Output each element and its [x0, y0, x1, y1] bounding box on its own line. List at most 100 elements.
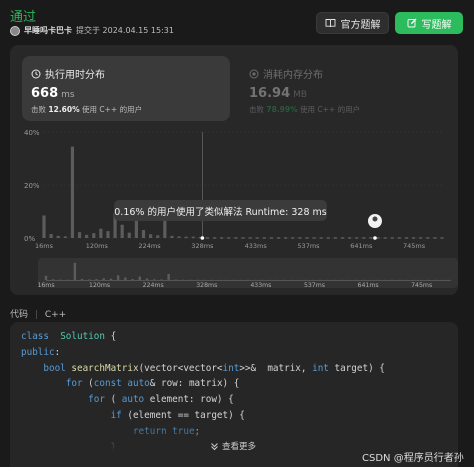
histogram-bar	[355, 237, 359, 239]
code-token: {	[104, 331, 117, 342]
histogram-bar	[106, 231, 110, 238]
user-avatar-head	[372, 216, 378, 222]
histogram-bar	[120, 224, 124, 238]
histogram-bar	[220, 237, 224, 239]
histogram-bar	[56, 235, 60, 238]
minimap-bar	[80, 278, 84, 280]
histogram-bar	[369, 237, 373, 239]
histogram-bar	[262, 237, 266, 239]
memory-title-text: 消耗内存分布	[263, 70, 323, 81]
histogram-bar	[134, 219, 138, 238]
minimap-bar	[95, 279, 98, 280]
author-name[interactable]: 早睡吗卡巴卡	[24, 25, 72, 36]
minimap-tick-label: 745ms	[411, 282, 432, 288]
code-token: target) {	[328, 362, 385, 374]
minimap-axis	[46, 280, 450, 281]
minimap-tick-label: 433ms	[250, 282, 271, 288]
histogram-bar	[390, 237, 394, 239]
histogram-bar	[319, 237, 323, 239]
chart-tooltip: 0.16% 的用户使用了类似解法 Runtime: 328 ms	[114, 200, 327, 221]
histogram-bar	[212, 237, 217, 239]
code-token: auto	[127, 378, 150, 390]
runtime-title-text: 执行用时分布	[45, 70, 105, 81]
runtime-value: 668 ms	[31, 86, 75, 101]
y-tick-label: 0%	[24, 235, 35, 243]
histogram-bar	[440, 237, 444, 239]
histogram-bar	[170, 235, 174, 238]
histogram-bar	[184, 236, 188, 239]
code-line: for (const auto& row: matrix) {	[21, 378, 240, 390]
view-more-label: 查看更多	[222, 442, 257, 452]
minimap-bar	[102, 278, 105, 280]
histogram-bar	[227, 237, 231, 239]
x-tick-label: 120ms	[86, 242, 109, 250]
code-token: Solution	[60, 331, 105, 342]
minimap-bar	[52, 279, 55, 281]
memory-unit: MB	[293, 90, 308, 100]
code-token: (	[104, 394, 122, 406]
view-more-button[interactable]: 查看更多	[210, 440, 256, 452]
histogram-bar	[241, 237, 245, 239]
memory-number: 16.94	[249, 86, 291, 101]
histogram-bar	[333, 237, 337, 239]
y-tick-label: 40%	[24, 129, 40, 137]
x-tick-label: 16ms	[35, 242, 54, 250]
histogram-bar	[397, 237, 401, 239]
histogram-bar	[305, 237, 309, 239]
avatar[interactable]	[10, 25, 20, 36]
runtime-beat-prefix: 击败	[31, 105, 46, 114]
code-token: const	[93, 378, 122, 390]
minimap-bar	[167, 274, 170, 280]
memory-stat-card[interactable]: 消耗内存分布 16.94 MB 击败 78.99% 使用 C++ 的用户	[249, 56, 449, 121]
chart-range-minimap[interactable]: 16ms 120ms 224ms 328ms 433ms 537ms 641ms 745ms	[37, 258, 458, 289]
submission-status: 通过	[10, 10, 37, 25]
write-solution-button[interactable]: 写题解	[395, 12, 463, 34]
submitted-time: 提交于 2024.04.15 15:31	[76, 26, 174, 35]
memory-beat-suffix: 使用 C++ 的用户	[300, 105, 361, 114]
histogram-bar	[177, 236, 181, 238]
histogram-bar	[49, 234, 53, 238]
separator: |	[34, 310, 38, 320]
minimap-tick-label: 120ms	[89, 282, 110, 288]
runtime-stat-card[interactable]: 执行用时分布 668 ms 击败 12.60% 使用 C++ 的用户	[22, 56, 230, 121]
memory-chip-icon	[249, 69, 259, 78]
official-solution-button[interactable]: 官方题解	[316, 12, 389, 34]
histogram-bar	[77, 232, 82, 238]
runtime-number: 668	[31, 86, 59, 101]
histogram-bar	[205, 237, 210, 239]
histogram-bar	[127, 232, 131, 238]
code-token: (	[82, 378, 94, 390]
histogram-bar	[99, 228, 103, 238]
csdn-watermark: CSDN @程序员行者孙	[362, 453, 464, 464]
minimap-bar	[109, 278, 113, 280]
x-tick-label: 328ms	[191, 242, 214, 250]
histogram-bar	[291, 237, 295, 239]
user-position-dot	[373, 236, 377, 240]
minimap-bar	[131, 279, 134, 280]
histogram-bar	[85, 234, 89, 238]
code-token: >>& matrix,	[239, 362, 313, 374]
runtime-beat-pct: 12.60%	[48, 105, 80, 114]
submission-meta: 早睡吗卡巴卡 提交于 2024.04.15 15:31	[10, 25, 174, 36]
code-token: element: row) {	[144, 394, 234, 406]
minimap-bar	[145, 278, 149, 280]
histogram-bar	[362, 237, 366, 239]
edit-icon	[407, 18, 416, 28]
runtime-distribution-chart[interactable]: 40% 20% 0%16ms 120ms 224ms 328ms 433ms 537ms 641…	[22, 126, 446, 250]
code-token: searchMatrix	[71, 362, 139, 374]
minimap-tick-label: 641ms	[358, 282, 379, 288]
code-language[interactable]: C++	[45, 310, 66, 320]
code-token: (element == target) {	[121, 410, 245, 421]
highlight-dot	[200, 236, 205, 240]
histogram-bar	[276, 237, 281, 239]
memory-value: 16.94 MB	[249, 86, 307, 101]
histogram-bar	[426, 237, 430, 239]
minimap-tick-label: 328ms	[196, 282, 217, 288]
clock-icon	[31, 69, 41, 78]
code-label: 代码	[10, 310, 29, 320]
memory-beat-pct: 78.99%	[266, 105, 298, 114]
histogram-bar	[269, 237, 274, 239]
minimap-bar	[124, 277, 127, 280]
code-token: auto	[121, 394, 145, 406]
